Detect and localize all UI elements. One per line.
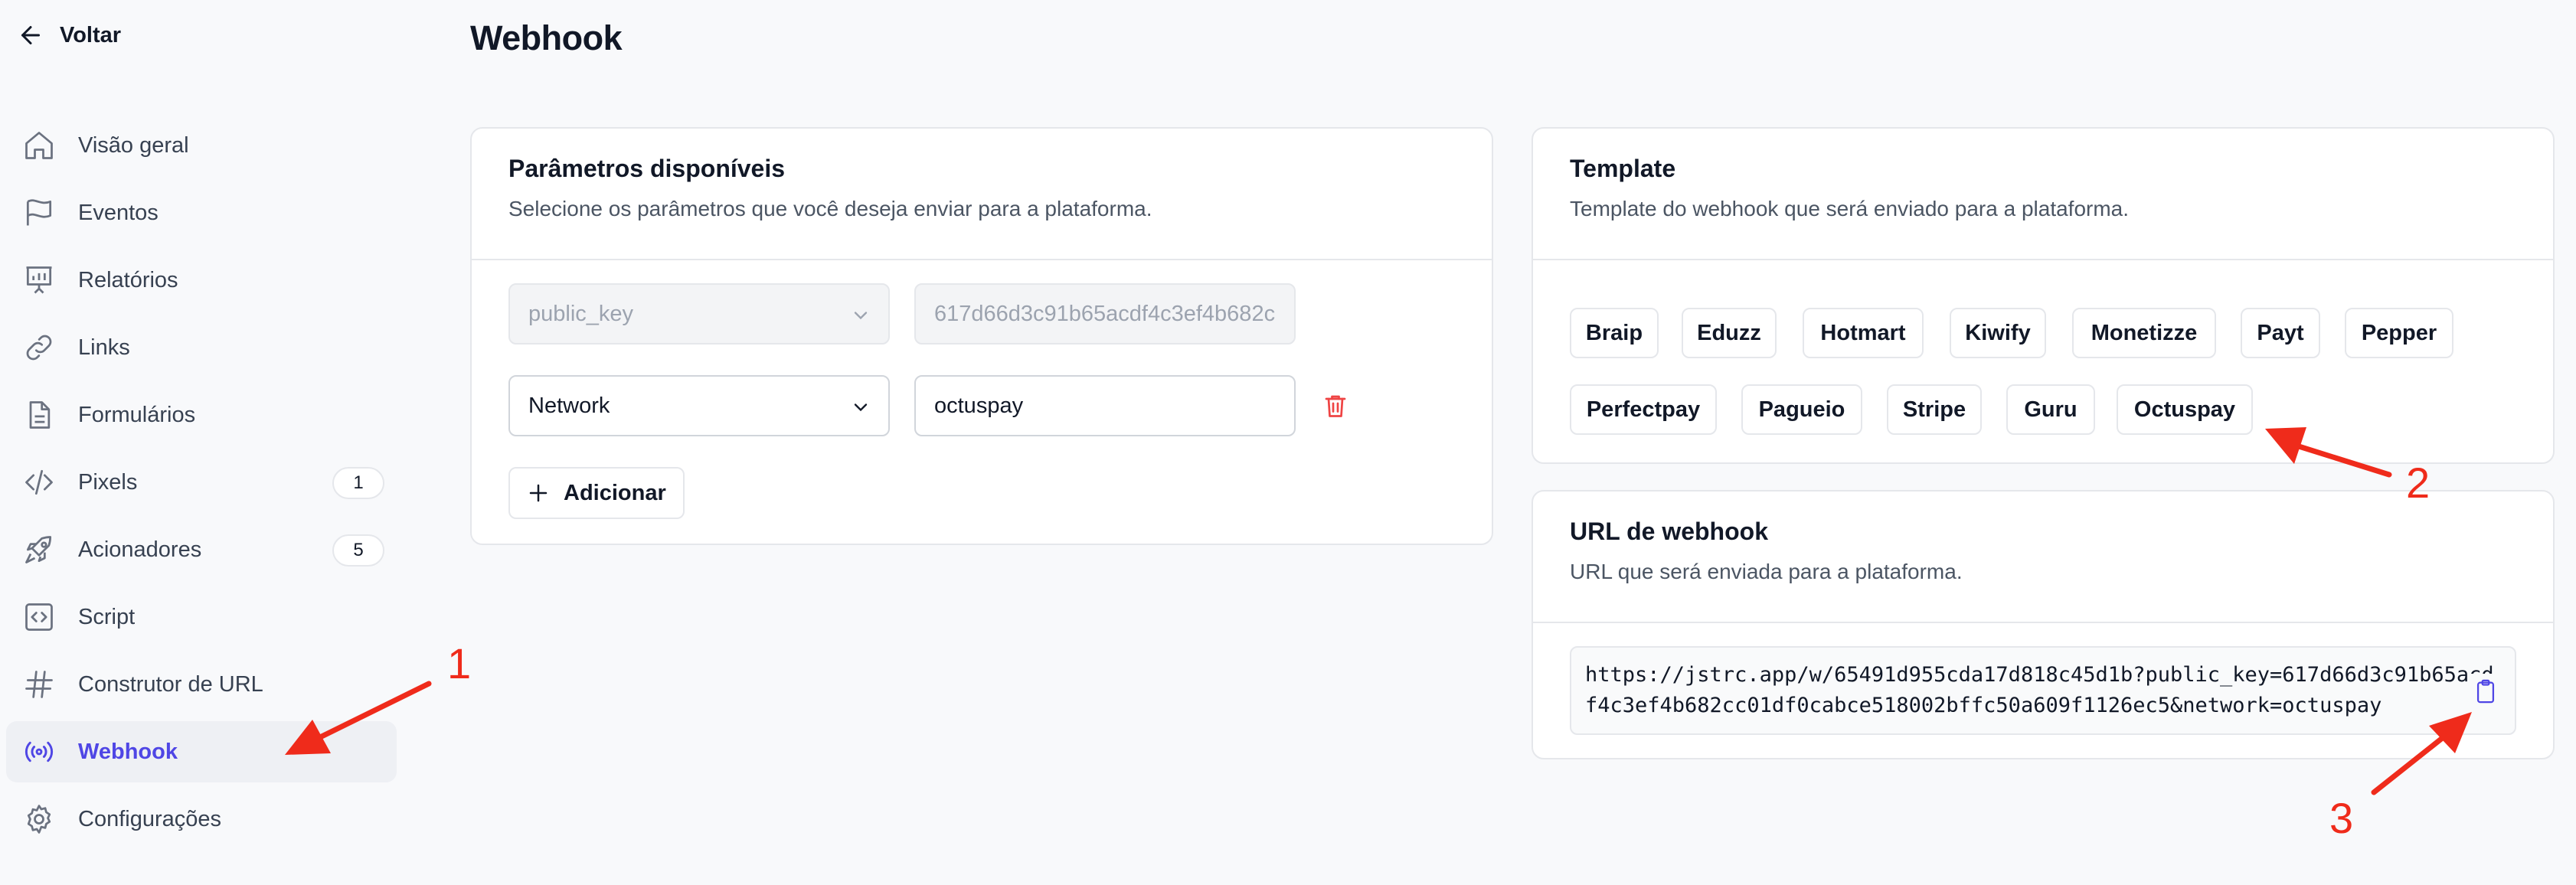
annotation-number-1: 1: [447, 639, 472, 687]
annotation-number-3: 3: [2329, 794, 2354, 842]
annotation-arrows: [285, 427, 2472, 795]
annotation-number-2: 2: [2406, 459, 2431, 507]
annotation-arrow-2: [2265, 427, 2392, 478]
annotation-arrow-3: [2371, 712, 2472, 795]
annotation-arrow-1: [285, 681, 432, 755]
